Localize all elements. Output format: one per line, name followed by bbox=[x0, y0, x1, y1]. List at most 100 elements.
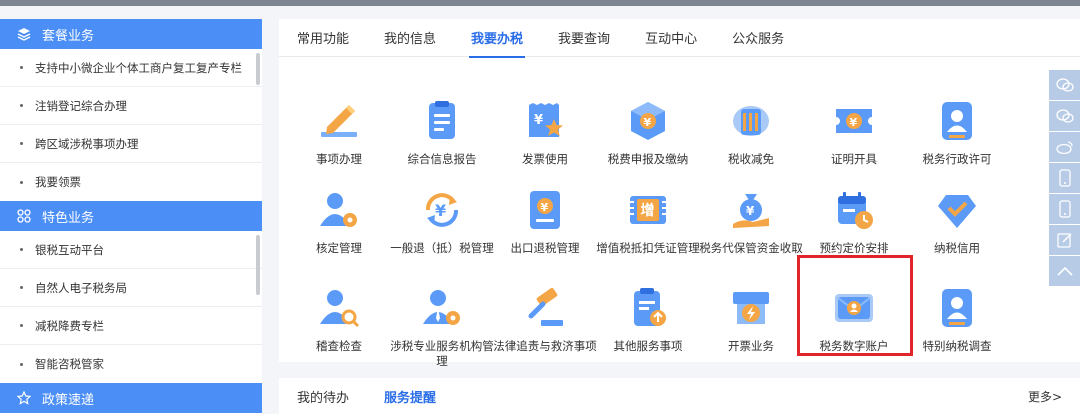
bullet-icon bbox=[20, 104, 23, 107]
invoice-star-icon: ¥ bbox=[529, 103, 563, 137]
bullet-icon bbox=[20, 362, 23, 366]
sidebar-item-label: 跨区域涉税事项办理 bbox=[35, 136, 139, 151]
grid-item-agency-mgmt[interactable]: 涉税专业服务机构管理 bbox=[389, 286, 495, 369]
section-title: 政策速递 bbox=[42, 392, 95, 408]
star-icon bbox=[16, 390, 32, 406]
grid-item-inspection[interactable]: 稽查检查 bbox=[286, 286, 392, 354]
wechat-icon[interactable] bbox=[1049, 101, 1080, 131]
pencil-icon bbox=[321, 105, 357, 137]
tab-tax-handling[interactable]: 我要办税 bbox=[469, 19, 526, 58]
diamond-check-icon bbox=[938, 195, 976, 228]
sidebar-item-label: 减税降费专栏 bbox=[35, 318, 104, 333]
book-yuan-icon: ¥ bbox=[530, 191, 560, 229]
grid-item-invoice-use[interactable]: ¥ 发票使用 bbox=[492, 99, 598, 167]
scrollbar[interactable] bbox=[256, 53, 260, 85]
main-tabs: 常用功能 我的信息 我要办税 我要查询 互动中心 公众服务 bbox=[279, 19, 1080, 58]
mobile-icon[interactable] bbox=[1049, 194, 1080, 224]
grid-item-label: 稽查检查 bbox=[316, 339, 362, 353]
sidebar-item-label: 银税互动平台 bbox=[35, 242, 104, 257]
person-gear-icon bbox=[320, 193, 357, 227]
sidebar-item-label: 自然人电子税务局 bbox=[35, 280, 127, 295]
scrollbar[interactable] bbox=[256, 235, 260, 295]
grid-item-certificate[interactable]: ¥ 证明开具 bbox=[801, 99, 907, 167]
grid-item-other-services[interactable]: 其他服务事项 bbox=[595, 286, 701, 354]
grid-item-refund[interactable]: ¥ 一般退（抵）税管理 bbox=[389, 188, 495, 256]
svg-text:¥: ¥ bbox=[534, 113, 543, 128]
svg-text:¥: ¥ bbox=[541, 201, 549, 214]
id-person-icon bbox=[942, 102, 972, 140]
grid-item-info-report[interactable]: 综合信息报告 bbox=[389, 99, 495, 167]
grid-item-export-refund[interactable]: ¥ 出口退税管理 bbox=[492, 188, 598, 256]
mobile-icon[interactable] bbox=[1049, 163, 1080, 193]
grid-item-matters[interactable]: 事项办理 bbox=[286, 99, 392, 167]
tab-my-info[interactable]: 我的信息 bbox=[384, 19, 436, 57]
grid-item-declare-pay[interactable]: ¥ 税费申报及缴纳 bbox=[595, 99, 701, 167]
grid-item-label: 核定管理 bbox=[316, 241, 362, 255]
bullet-icon bbox=[20, 286, 23, 289]
grid-item-label: 出口退税管理 bbox=[510, 241, 580, 255]
grid-item-special-investigation[interactable]: 特别纳税调查 bbox=[904, 286, 1010, 354]
tab-common[interactable]: 常用功能 bbox=[297, 19, 349, 57]
grid-item-label: 预约定价安排 bbox=[819, 241, 889, 255]
left-sidebar: 套餐业务 支持中小微企业个体工商户复工复产专栏 注销登记综合办理 跨区域涉税事项… bbox=[0, 19, 262, 414]
tab-query[interactable]: 我要查询 bbox=[558, 19, 610, 57]
ticket-yuan-icon: ¥ bbox=[836, 109, 872, 133]
section-header-package[interactable]: 套餐业务 bbox=[0, 19, 262, 49]
grid-item-label: 证明开具 bbox=[831, 152, 877, 166]
grid-item-vat-deduction[interactable]: 增 增值税抵扣凭证管理 bbox=[595, 188, 701, 256]
sidebar-item-cross-region[interactable]: 跨区域涉税事项办理 bbox=[0, 125, 262, 163]
clipboard-upload-icon bbox=[634, 288, 666, 326]
sidebar-item-bank-tax[interactable]: 银税互动平台 bbox=[0, 231, 262, 269]
grid-item-legal-remedy[interactable]: 法律追责与救济事项 bbox=[492, 286, 598, 354]
lightning-ticket-icon bbox=[733, 292, 769, 324]
sidebar-item-label: 支持中小微企业个体工商户复工复产专栏 bbox=[35, 60, 242, 75]
wechat-icon[interactable] bbox=[1049, 70, 1080, 100]
bullet-icon bbox=[20, 248, 23, 251]
grid-item-label: 开票业务 bbox=[728, 339, 774, 353]
money-bag-hand-icon: ¥ bbox=[733, 194, 769, 228]
svg-text:¥: ¥ bbox=[746, 204, 755, 218]
sidebar-item-deregistration[interactable]: 注销登记综合办理 bbox=[0, 87, 262, 125]
sidebar-item-natural-person[interactable]: 自然人电子税务局 bbox=[0, 269, 262, 307]
grid-item-label: 发票使用 bbox=[522, 152, 568, 166]
tab-interaction[interactable]: 互动中心 bbox=[645, 19, 697, 57]
sidebar-item-label: 智能咨税管家 bbox=[35, 357, 104, 371]
edit-icon[interactable] bbox=[1049, 225, 1080, 255]
grid-item-label: 法律追责与救济事项 bbox=[493, 339, 597, 353]
grid-item-pricing-arrangement[interactable]: 预约定价安排 bbox=[801, 188, 907, 256]
weibo-icon[interactable] bbox=[1049, 132, 1080, 162]
sidebar-item-tax-cut[interactable]: 减税降费专栏 bbox=[0, 307, 262, 345]
chevron-up-icon[interactable] bbox=[1049, 256, 1080, 286]
grid-item-label: 税务行政许可 bbox=[922, 152, 992, 166]
calendar-clock-icon bbox=[838, 192, 873, 229]
tab-public-service[interactable]: 公众服务 bbox=[732, 19, 784, 57]
grid-item-label: 特别纳税调查 bbox=[922, 339, 992, 353]
grid-item-assessment[interactable]: 核定管理 bbox=[286, 188, 392, 256]
sidebar-item-smart-advisor[interactable]: 智能咨税管家 bbox=[0, 345, 262, 383]
section-list-package: 支持中小微企业个体工商户复工复产专栏 注销登记综合办理 跨区域涉税事项办理 我要… bbox=[0, 49, 262, 201]
grid-item-admin-permit[interactable]: 税务行政许可 bbox=[904, 99, 1010, 167]
grid-item-credit[interactable]: 纳税信用 bbox=[904, 188, 1010, 256]
section-header-policy[interactable]: 政策速递 bbox=[0, 383, 262, 413]
grid-item-tax-relief[interactable]: 税收减免 bbox=[698, 99, 804, 167]
grid-item-label: 纳税信用 bbox=[934, 241, 980, 255]
coin-stack-icon bbox=[733, 106, 769, 136]
person-search-icon bbox=[320, 290, 360, 328]
more-link[interactable]: 更多> bbox=[1028, 388, 1062, 405]
svg-text:¥: ¥ bbox=[850, 116, 858, 129]
grid-item-invoicing[interactable]: 开票业务 bbox=[698, 286, 804, 354]
grid-item-fund-custody[interactable]: ¥ 税务代保管资金收取 bbox=[698, 188, 804, 256]
float-toolbar bbox=[1049, 70, 1080, 287]
sidebar-item-resume-work[interactable]: 支持中小微企业个体工商户复工复产专栏 bbox=[0, 49, 262, 87]
svg-text:增: 增 bbox=[641, 202, 655, 219]
sidebar-item-get-invoice[interactable]: 我要领票 bbox=[0, 163, 262, 201]
grid-item-label: 综合信息报告 bbox=[407, 152, 477, 166]
section-header-feature[interactable]: 特色业务 bbox=[0, 201, 262, 231]
tab-service-reminder[interactable]: 服务提醒 bbox=[384, 387, 436, 406]
id-person-icon bbox=[942, 289, 972, 327]
tab-my-todo[interactable]: 我的待办 bbox=[297, 387, 349, 406]
bullet-icon bbox=[20, 324, 23, 327]
grid-item-label: 税收减免 bbox=[728, 152, 774, 166]
bullet-icon bbox=[20, 142, 23, 145]
grid-item-label: 涉税专业服务机构管理 bbox=[390, 339, 494, 368]
